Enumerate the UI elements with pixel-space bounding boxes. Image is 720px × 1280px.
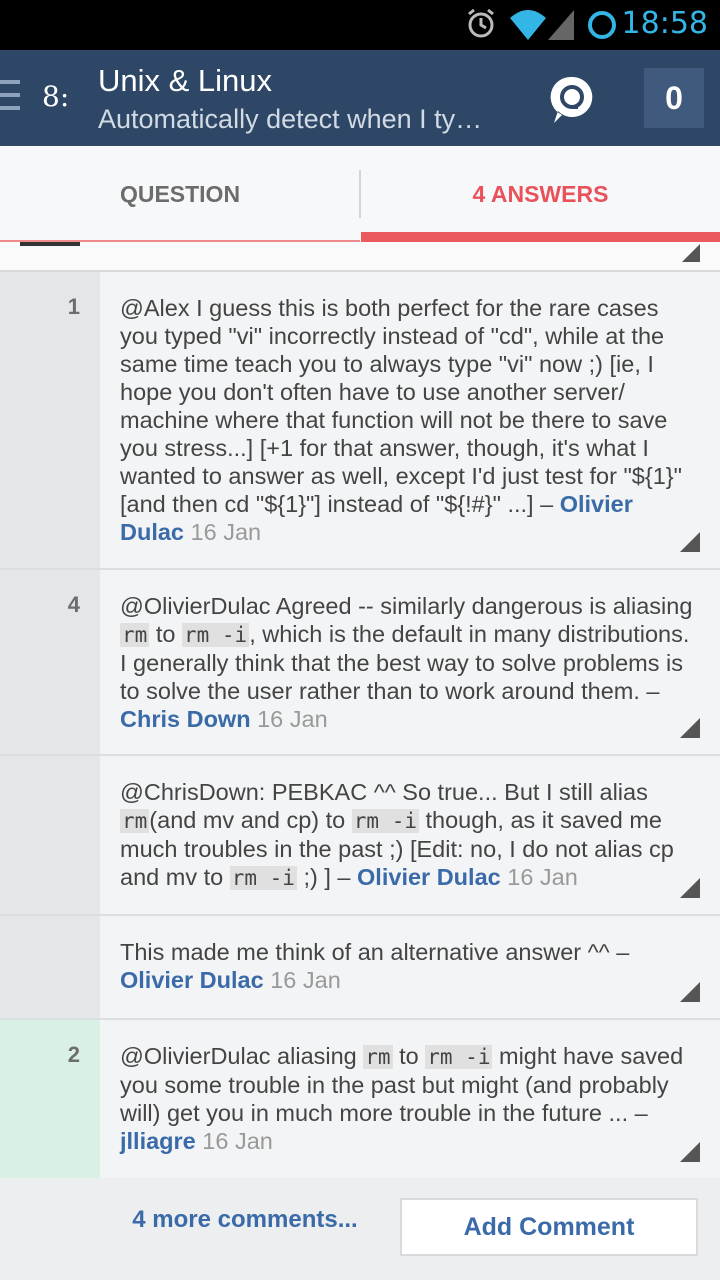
comment-date: 16 Jan — [190, 519, 262, 545]
corner-arrow-icon — [682, 244, 700, 262]
comment-text: @OlivierDulac aliasing — [120, 1043, 364, 1069]
sync-icon — [588, 11, 616, 39]
inline-code: rm -i — [229, 866, 297, 890]
comment-menu-icon[interactable] — [680, 878, 700, 898]
inline-code: rm -i — [181, 623, 250, 647]
tab-active-indicator — [361, 232, 720, 242]
tab-answers[interactable]: 4 ANSWERS — [361, 146, 720, 242]
avatar — [20, 242, 80, 246]
comment-body: @OlivierDulac Agreed -- similarly danger… — [100, 570, 720, 754]
comment-item: @ChrisDown: PEBKAC ^^ So true... But I s… — [0, 756, 720, 916]
comments-list: 1 @Alex I guess this is both perfect for… — [0, 272, 720, 1180]
comment-text: @ChrisDown: PEBKAC ^^ So true... But I s… — [120, 779, 648, 805]
status-bar: 18:58 — [0, 0, 720, 50]
alarm-icon — [468, 8, 494, 38]
comments-footer: 4 more comments... Add Comment — [0, 1178, 720, 1280]
comment-menu-icon[interactable] — [680, 1142, 700, 1162]
inline-code: rm — [363, 1045, 393, 1069]
score-value: 2 — [67, 1042, 80, 1067]
comment-author[interactable]: jlliagre — [120, 1128, 196, 1154]
score-value: 1 — [67, 294, 80, 319]
comment-item: 2 @OlivierDulac aliasing rm to rm -i mig… — [0, 1020, 720, 1180]
comment-item: 1 @Alex I guess this is both perfect for… — [0, 272, 720, 570]
clock: 18:58 — [621, 6, 708, 41]
comment-score: 1 — [0, 272, 100, 568]
signal-icon — [548, 10, 574, 40]
reputation-counter[interactable]: 0 — [644, 68, 704, 128]
inline-code: rm — [120, 623, 150, 647]
comment-date: 16 Jan — [257, 706, 328, 732]
more-comments-link[interactable]: 4 more comments... — [100, 1206, 390, 1234]
comment-body: @Alex I guess this is both perfect for t… — [100, 272, 720, 568]
comment-score: 4 — [0, 570, 100, 754]
comment-item: This made me think of an alternative ans… — [0, 916, 720, 1020]
comment-score — [0, 756, 100, 914]
wifi-icon — [510, 10, 546, 40]
inbox-icon[interactable] — [548, 73, 596, 125]
question-title: Automatically detect when I ty… — [98, 104, 483, 134]
site-logo-icon[interactable]: 8: — [42, 80, 76, 116]
comment-author[interactable]: Olivier Dulac — [120, 967, 264, 993]
score-value: 4 — [67, 592, 80, 617]
tab-question[interactable]: QUESTION — [0, 146, 360, 242]
add-comment-button[interactable]: Add Comment — [400, 1198, 698, 1256]
drawer-icon[interactable] — [0, 80, 22, 116]
comment-menu-icon[interactable] — [680, 532, 700, 552]
action-bar: 8: Unix & Linux Automatically detect whe… — [0, 50, 720, 146]
comment-text: to — [149, 621, 182, 647]
comment-score — [0, 916, 100, 1018]
previous-row-peek — [0, 242, 720, 272]
comment-text: @OlivierDulac Agreed -- similarly danger… — [120, 593, 693, 619]
inline-code: rm -i — [351, 809, 419, 833]
comment-date: 16 Jan — [202, 1128, 273, 1154]
comment-menu-icon[interactable] — [680, 982, 700, 1002]
comment-text: ;) ] – — [296, 864, 358, 890]
comment-text: (and mv and cp) to — [149, 807, 352, 833]
inline-code: rm — [120, 809, 150, 833]
comment-item: 4 @OlivierDulac Agreed -- similarly dang… — [0, 570, 720, 756]
comment-menu-icon[interactable] — [680, 718, 700, 738]
comment-author[interactable]: Chris Down — [120, 706, 251, 732]
comment-text: @Alex I guess this is both perfect for t… — [120, 295, 682, 517]
comment-body: This made me think of an alternative ans… — [100, 916, 720, 1018]
inline-code: rm -i — [425, 1045, 493, 1069]
comment-text: to — [392, 1043, 426, 1069]
site-title: Unix & Linux — [98, 63, 273, 98]
comment-text: This made me think of an alternative ans… — [120, 939, 630, 965]
comment-date: 16 Jan — [507, 864, 578, 890]
comment-date: 16 Jan — [270, 967, 341, 993]
tab-bar: QUESTION 4 ANSWERS — [0, 146, 720, 243]
comment-score: 2 — [0, 1020, 100, 1178]
comment-body: @ChrisDown: PEBKAC ^^ So true... But I s… — [100, 756, 720, 914]
comment-author[interactable]: Olivier Dulac — [357, 864, 501, 890]
comment-body: @OlivierDulac aliasing rm to rm -i might… — [100, 1020, 720, 1178]
